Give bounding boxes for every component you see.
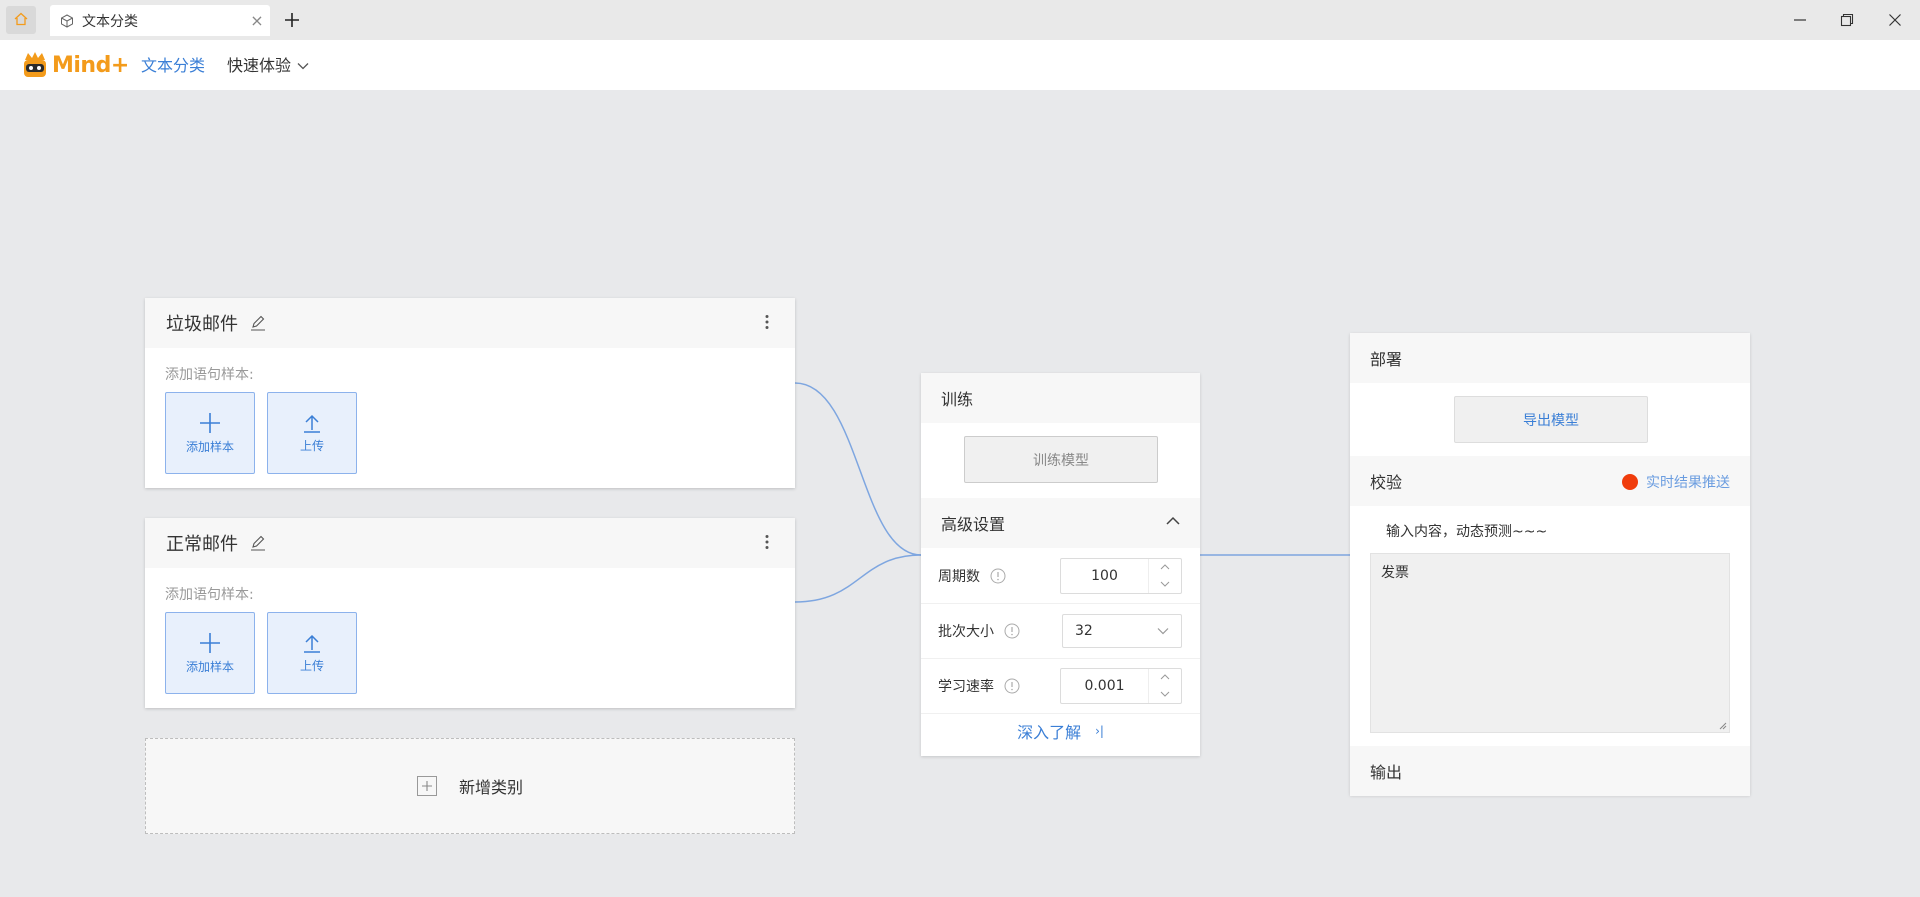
link-spam-to-train — [794, 382, 922, 556]
plus-icon — [200, 632, 220, 653]
realtime-push-label: 实时结果推送 — [1646, 475, 1730, 491]
add-sample-label: 添加样本 — [185, 659, 234, 674]
upload-icon — [304, 634, 320, 653]
more-vertical-icon[interactable] — [765, 314, 769, 330]
learn-more-link[interactable]: 深入了解 ›| — [921, 719, 1200, 743]
info-icon[interactable] — [990, 568, 1006, 584]
resize-handle-icon — [1719, 722, 1727, 730]
plus-icon — [200, 412, 220, 433]
epochs-label: 周期数 — [938, 568, 980, 585]
upload-button[interactable]: 上传 — [267, 392, 357, 474]
output-header: 输出 — [1350, 746, 1750, 796]
chevron-up-icon[interactable] — [1166, 516, 1180, 525]
add-class-button[interactable]: 新增类别 — [145, 738, 795, 834]
deploy-panel: 部署 导出模型 校验 实时结果推送 输入内容，动态预测~~~ 发票 输出 — [1350, 333, 1750, 796]
param-batch-size: 批次大小 32 — [921, 603, 1200, 659]
add-sample-button[interactable]: 添加样本 — [165, 612, 255, 694]
learn-more-label: 深入了解 — [1017, 723, 1082, 742]
class-card-header: 正常邮件 — [145, 518, 795, 568]
edit-icon[interactable] — [250, 315, 266, 331]
verify-input-value: 发票 — [1381, 565, 1409, 581]
epochs-value: 100 — [1091, 567, 1118, 584]
class-name: 正常邮件 — [166, 534, 238, 555]
class-card-header: 垃圾邮件 — [145, 298, 795, 348]
deploy-header: 部署 — [1350, 333, 1750, 383]
upload-icon — [304, 414, 320, 433]
step-up-icon — [1160, 564, 1170, 570]
more-vertical-icon[interactable] — [765, 534, 769, 550]
add-sample-label: 添加样本 — [185, 439, 234, 454]
train-header: 训练 — [921, 373, 1200, 423]
upload-label: 上传 — [299, 658, 324, 673]
param-learning-rate: 学习速率 0.001 — [921, 658, 1200, 714]
sample-label: 添加语句样本: — [165, 587, 254, 603]
link-normal-to-train — [794, 554, 922, 603]
deploy-title: 部署 — [1370, 350, 1403, 369]
upload-button[interactable]: 上传 — [267, 612, 357, 694]
realtime-push-toggle[interactable]: 实时结果推送 — [1622, 472, 1730, 492]
advanced-settings-title: 高级设置 — [941, 515, 1006, 534]
learning-rate-input[interactable]: 0.001 — [1060, 667, 1182, 704]
verify-title: 校验 — [1370, 473, 1403, 492]
class-card-spam: 垃圾邮件 添加语句样本: 添加样本 上传 — [145, 298, 795, 488]
batch-size-label: 批次大小 — [938, 623, 994, 640]
verify-header: 校验 实时结果推送 — [1350, 456, 1750, 506]
export-model-button[interactable]: 导出模型 — [1454, 396, 1648, 443]
learning-rate-value: 0.001 — [1084, 677, 1125, 694]
train-title: 训练 — [941, 390, 974, 409]
edit-icon[interactable] — [250, 535, 266, 551]
batch-size-value: 32 — [1075, 622, 1093, 639]
status-dot-icon — [1622, 474, 1638, 490]
stepper[interactable] — [1148, 558, 1181, 593]
verify-prompt: 输入内容，动态预测~~~ — [1386, 524, 1548, 540]
plus-box-icon — [416, 776, 437, 796]
train-panel: 训练 训练模型 高级设置 周期数 100 批次大小 32 学习速率 0.001 … — [921, 373, 1200, 756]
sample-label: 添加语句样本: — [165, 367, 254, 383]
learning-rate-label: 学习速率 — [938, 678, 994, 695]
output-title: 输出 — [1370, 763, 1403, 782]
step-down-icon — [1160, 581, 1170, 587]
epochs-input[interactable]: 100 — [1060, 557, 1182, 594]
step-down-icon — [1160, 691, 1170, 697]
step-up-icon — [1160, 674, 1170, 680]
add-sample-button[interactable]: 添加样本 — [165, 392, 255, 474]
add-class-label: 新增类别 — [458, 778, 523, 797]
upload-label: 上传 — [299, 438, 324, 453]
train-model-button[interactable]: 训练模型 — [964, 436, 1158, 483]
advanced-settings-header[interactable]: 高级设置 — [921, 498, 1200, 548]
batch-size-select[interactable]: 32 — [1062, 613, 1182, 648]
stepper[interactable] — [1148, 668, 1181, 703]
param-epochs: 周期数 100 — [921, 548, 1200, 604]
class-name: 垃圾邮件 — [166, 314, 238, 335]
verify-textarea[interactable]: 发票 — [1370, 553, 1730, 733]
arrow-to-end-icon: ›| — [1095, 724, 1104, 738]
info-icon[interactable] — [1004, 623, 1020, 639]
class-card-normal: 正常邮件 添加语句样本: 添加样本 上传 — [145, 518, 795, 708]
info-icon[interactable] — [1004, 678, 1020, 694]
chevron-down-icon — [1157, 627, 1169, 634]
